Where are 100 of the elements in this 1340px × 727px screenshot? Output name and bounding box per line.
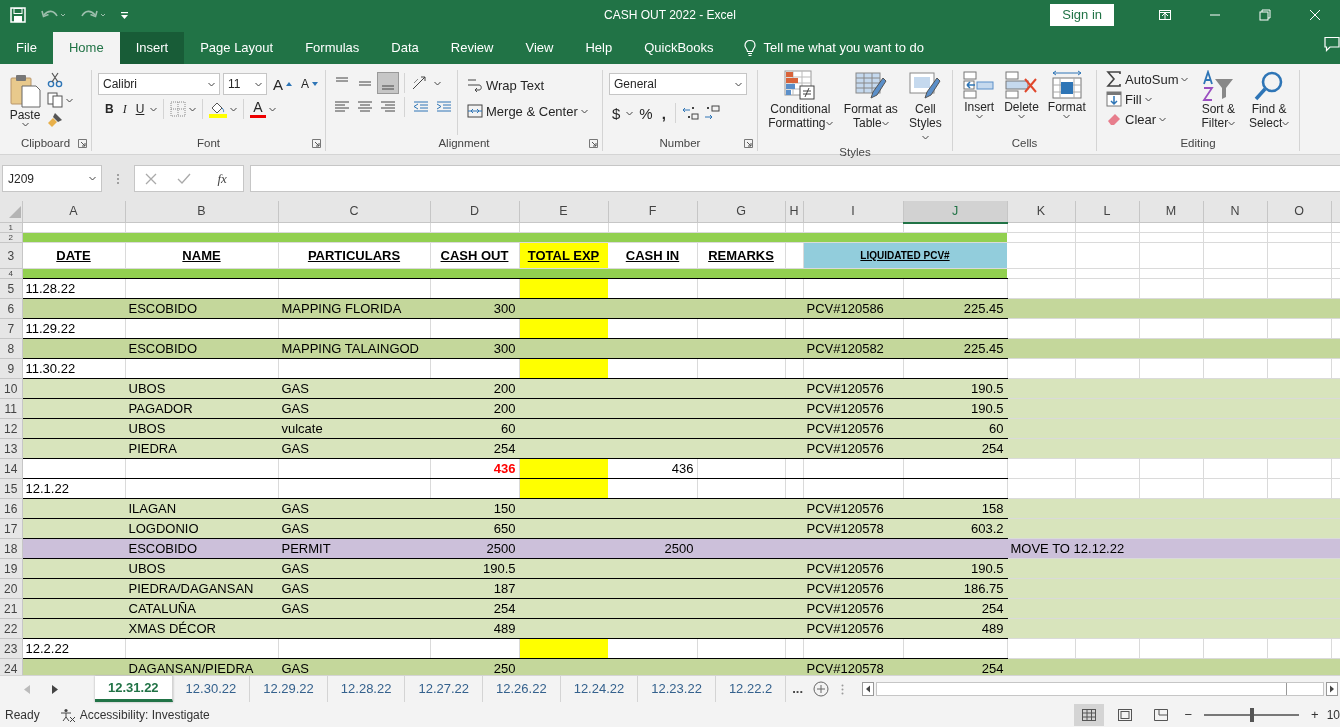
comment-icon[interactable] [1324,36,1340,52]
row-number[interactable]: 9 [0,358,22,379]
font-size-field[interactable]: 11 [223,73,267,95]
name-box[interactable]: J209 [2,165,102,192]
row-number[interactable]: 5 [0,278,22,299]
menu-tab[interactable]: Insert [119,32,185,64]
font-color-button[interactable]: A [250,100,266,118]
font-name-field[interactable]: Calibri [98,73,220,95]
slider-thumb[interactable] [1249,707,1254,722]
row-number[interactable]: 10 [0,378,22,399]
column-header[interactable]: A [22,201,125,223]
zoom-in-button[interactable]: + [1309,704,1321,725]
horizontal-align-icon[interactable] [378,99,398,115]
column-header[interactable]: G [697,201,785,223]
horizontal-align-icon[interactable] [355,99,375,115]
row-number[interactable]: 21 [0,598,22,619]
checkmark-icon[interactable] [177,172,192,185]
page-break-icon[interactable] [1154,708,1169,721]
menu-tab[interactable]: QuickBooks [628,32,730,64]
wrap-text-button[interactable]: Wrap Text [464,76,591,94]
row-number[interactable]: 16 [0,498,22,519]
row-number[interactable]: 8 [0,338,22,359]
splitter-icon[interactable] [841,683,845,695]
column-header[interactable]: F [608,201,697,223]
fill-color-icon[interactable] [209,100,228,118]
insert-button[interactable]: Insert [960,70,999,135]
increase-decimal-icon[interactable] [681,105,700,121]
column-header[interactable]: N [1203,201,1267,223]
grow-font-button[interactable]: A [270,75,295,93]
format-as-table-button[interactable]: Format as Table [839,70,902,144]
cell-styles-button[interactable]: Cell Styles [904,70,946,144]
row-number[interactable]: 3 [0,242,22,269]
zoom-out-button[interactable]: − [1182,704,1195,725]
underline-button[interactable]: U [132,100,148,118]
column-header[interactable]: J [903,201,1007,223]
normal-view-icon[interactable] [1082,708,1097,721]
row-number[interactable]: 19 [0,558,22,579]
sheet-tab[interactable]: 12.31.22 [95,676,173,702]
column-header[interactable]: I [803,201,903,223]
menu-tab[interactable]: Home [52,32,120,64]
menu-tab[interactable]: File [0,32,53,64]
row-number[interactable]: 6 [0,298,22,319]
column-header[interactable]: O [1267,201,1331,223]
row-number[interactable]: 23 [0,638,22,659]
menu-tab[interactable]: Help [569,32,629,64]
paste-button[interactable]: Paste [6,70,44,135]
row-number[interactable]: 18 [0,538,22,559]
menu-tab[interactable]: Formulas [289,32,376,64]
column-header[interactable]: D [430,201,519,223]
tell-me-search[interactable]: Tell me what you want to do [729,32,930,64]
column-header[interactable]: M [1139,201,1203,223]
sign-in-button[interactable]: Sign in [1050,4,1114,26]
more-sheets-button[interactable]: ... [786,676,810,702]
column-header[interactable]: E [519,201,608,223]
insert-function-button[interactable]: fx [211,167,233,190]
scroll-right-icon[interactable] [1326,682,1338,696]
accessibility-button[interactable]: Accessibility: Investigate [53,704,216,725]
save-icon[interactable] [10,7,26,23]
paintbrush-icon[interactable] [47,112,63,128]
dialog-launcher-icon[interactable] [312,139,321,148]
column-header[interactable]: B [125,201,278,223]
scissors-icon[interactable] [47,72,63,88]
currency-button[interactable]: $ [609,104,624,122]
horizontal-align-icon[interactable] [332,99,352,115]
close-icon[interactable] [1309,9,1321,21]
customize-icon[interactable] [120,10,129,20]
delete-button[interactable]: Delete [1001,70,1042,135]
comma-style-button[interactable]: , [658,104,669,122]
row-number[interactable]: 17 [0,518,22,539]
fill-button[interactable]: Fill [1103,90,1192,108]
ribbon-display-icon[interactable] [1159,9,1171,21]
merge-center-button[interactable]: Merge & Center [464,102,591,120]
row-number[interactable]: 11 [0,398,22,419]
row-number[interactable]: 12 [0,418,22,439]
scroll-left-icon[interactable] [862,682,875,696]
column-header[interactable]: C [278,201,430,223]
find-select-button[interactable]: Find & Select [1245,70,1293,135]
conditional-formatting-button[interactable]: Conditional Formatting [764,70,837,144]
bold-button[interactable]: B [102,100,117,118]
add-sheet-icon[interactable] [813,681,830,697]
menu-tab[interactable]: Page Layout [184,32,290,64]
sort-filter-button[interactable]: Sort & Filter [1194,70,1243,135]
horizontal-scrollbar[interactable] [876,682,1324,696]
dialog-launcher-icon[interactable] [589,139,598,148]
percent-button[interactable]: % [636,104,656,122]
page-layout-icon[interactable] [1118,708,1133,721]
row-number[interactable]: 20 [0,578,22,599]
number-format-field[interactable]: General [609,73,747,95]
dialog-launcher-icon[interactable] [78,139,87,148]
column-header[interactable]: L [1075,201,1139,223]
row-number[interactable]: 7 [0,318,22,339]
cancel-icon[interactable] [145,172,158,185]
menu-tab[interactable]: View [509,32,570,64]
row-number[interactable]: 15 [0,478,22,499]
dialog-launcher-icon[interactable] [744,139,753,148]
column-header[interactable]: K [1007,201,1075,223]
copy-icon[interactable] [47,92,63,108]
formula-input[interactable] [250,165,1340,192]
restore-icon[interactable] [1259,9,1271,21]
row-number[interactable]: 4 [0,268,22,279]
